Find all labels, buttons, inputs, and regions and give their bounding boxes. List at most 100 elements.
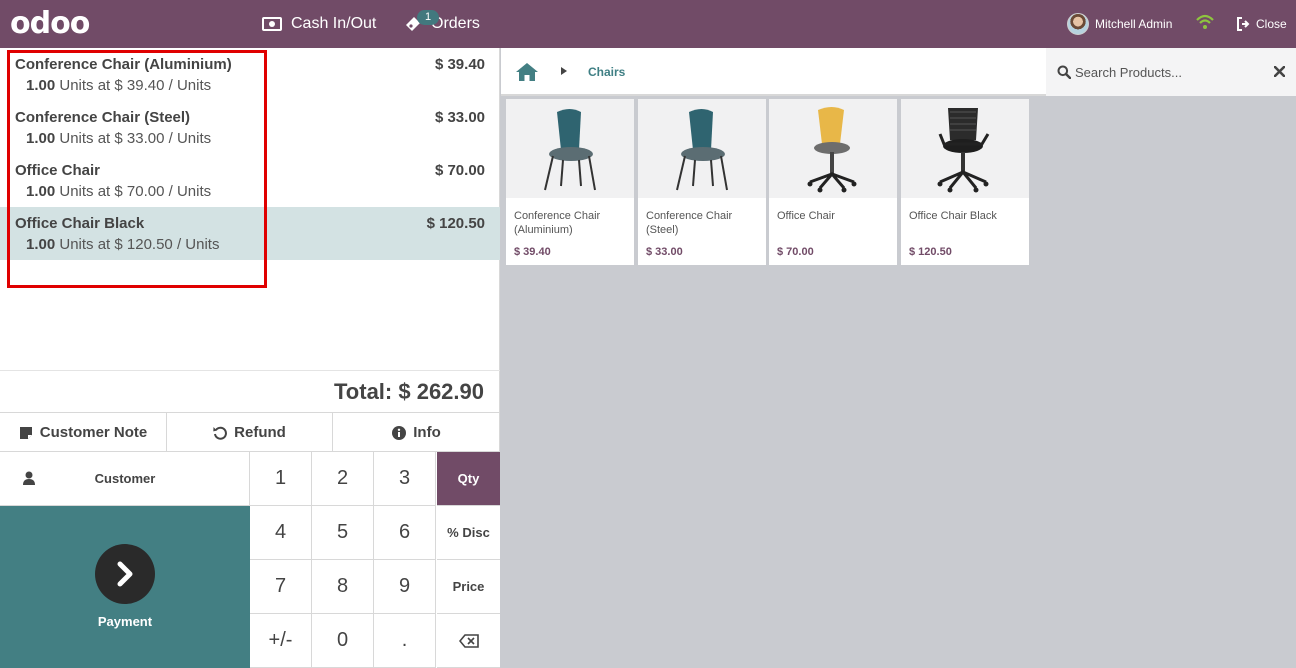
order-line-info: 1.00 Units at $ 70.00 / Units: [26, 183, 211, 200]
info-label: Info: [413, 424, 441, 441]
order-line[interactable]: Office Chair $ 70.00 1.00 Units at $ 70.…: [0, 154, 500, 207]
search-bar: [1046, 48, 1296, 96]
wifi-icon: [1196, 14, 1214, 29]
cash-in-out-label: Cash In/Out: [291, 15, 377, 32]
note-icon: [19, 426, 32, 439]
order-line-name: Office Chair Black: [15, 215, 145, 232]
order-line-qty: 1.00: [26, 183, 56, 200]
close-button[interactable]: Close: [1236, 0, 1287, 48]
refund-button[interactable]: Refund: [167, 413, 333, 452]
undo-icon: [213, 426, 228, 440]
order-line-name: Conference Chair (Steel): [15, 109, 191, 126]
backspace-button[interactable]: [437, 614, 500, 668]
product-price: $ 120.50: [909, 246, 952, 258]
cash-icon: [262, 17, 282, 31]
order-line[interactable]: Conference Chair (Steel) $ 33.00 1.00 Un…: [0, 101, 500, 154]
qty-mode-button[interactable]: Qty: [437, 452, 500, 506]
numpad-key-0[interactable]: 0: [312, 614, 374, 668]
order-line-price: $ 70.00: [434, 162, 485, 179]
product-name: Conference Chair (Steel): [646, 210, 733, 236]
numpad-key-1[interactable]: 1: [250, 452, 312, 506]
product-price: $ 39.40: [514, 246, 551, 258]
numpad-key-plus-minus[interactable]: +/-: [250, 614, 312, 668]
product-card[interactable]: Conference Chair (Aluminium) $ 39.40: [506, 99, 634, 265]
product-image: [638, 99, 766, 198]
product-price: $ 70.00: [777, 246, 814, 258]
order-line-info: 1.00 Units at $ 39.40 / Units: [26, 77, 211, 94]
customer-note-button[interactable]: Customer Note: [0, 413, 167, 452]
order-line-unit-price: Units at $ 39.40 / Units: [55, 77, 212, 94]
order-line-selected[interactable]: Office Chair Black $ 120.50 1.00 Units a…: [0, 207, 500, 260]
control-buttons: Customer Note Refund Info: [0, 412, 500, 452]
order-pane: Conference Chair (Aluminium) $ 39.40 1.0…: [0, 48, 500, 668]
info-button[interactable]: Info: [333, 413, 500, 452]
customer-label: Customer: [94, 471, 156, 486]
order-line-unit-price: Units at $ 70.00 / Units: [55, 183, 212, 200]
product-name: Conference Chair (Aluminium): [514, 210, 601, 236]
backspace-icon: [458, 633, 479, 648]
price-mode-button[interactable]: Price: [437, 560, 500, 614]
top-bar: odoo Cash In/Out 1 Orders Mitchell Admin…: [0, 0, 1296, 48]
discount-mode-button[interactable]: % Disc: [437, 506, 500, 560]
product-card[interactable]: Office Chair $ 70.00: [769, 99, 897, 265]
product-price: $ 33.00: [646, 246, 683, 258]
numpad-key-4[interactable]: 4: [250, 506, 312, 560]
chevron-right-icon: [117, 561, 133, 587]
numpad-key-7[interactable]: 7: [250, 560, 312, 614]
order-line-price: $ 39.40: [434, 56, 485, 73]
cash-in-out-button[interactable]: Cash In/Out: [262, 0, 376, 48]
order-line-name: Office Chair: [15, 162, 101, 179]
product-name: Office Chair Black: [909, 210, 997, 222]
products-pane: Chairs Conference Chair (A: [501, 48, 1296, 668]
numpad-key-5[interactable]: 5: [312, 506, 374, 560]
customer-note-label: Customer Note: [39, 424, 148, 441]
order-line-price: $ 120.50: [426, 215, 485, 232]
product-image: [506, 99, 634, 198]
numpad-key-9[interactable]: 9: [374, 560, 436, 614]
order-line-qty: 1.00: [26, 77, 56, 94]
order-line[interactable]: Conference Chair (Aluminium) $ 39.40 1.0…: [0, 48, 500, 101]
payment-label: Payment: [97, 614, 153, 629]
search-input[interactable]: [1075, 61, 1265, 83]
chevron-right-icon: [561, 67, 567, 75]
order-line-info: 1.00 Units at $ 120.50 / Units: [26, 236, 219, 253]
order-line-qty: 1.00: [26, 236, 56, 253]
order-line-name: Conference Chair (Aluminium): [15, 56, 232, 73]
orders-count-badge: 1: [417, 10, 439, 25]
product-image: [901, 99, 1029, 198]
user-menu[interactable]: Mitchell Admin: [1067, 0, 1172, 48]
orders-button[interactable]: 1 Orders: [404, 0, 480, 48]
home-icon[interactable]: [515, 62, 539, 82]
refund-label: Refund: [234, 424, 286, 441]
user-name: Mitchell Admin: [1095, 17, 1173, 31]
numpad-key-6[interactable]: 6: [374, 506, 436, 560]
info-icon: [392, 425, 407, 440]
numpad-key-8[interactable]: 8: [312, 560, 374, 614]
order-line-info: 1.00 Units at $ 33.00 / Units: [26, 130, 211, 147]
payment-circle: [95, 544, 155, 604]
breadcrumb-category[interactable]: Chairs: [588, 65, 625, 79]
numpad: 1 2 3 Qty 4 5 6 % Disc 7 8 9 Price +/- 0…: [250, 452, 500, 668]
order-line-unit-price: Units at $ 120.50 / Units: [55, 236, 220, 253]
product-name: Office Chair: [777, 210, 835, 222]
customer-button[interactable]: Customer: [0, 452, 250, 506]
sign-out-icon: [1237, 17, 1250, 31]
order-line-unit-price: Units at $ 33.00 / Units: [55, 130, 212, 147]
product-image: [769, 99, 897, 198]
numpad-key-2[interactable]: 2: [312, 452, 374, 506]
odoo-logo: odoo: [10, 6, 90, 41]
product-card[interactable]: Conference Chair (Steel) $ 33.00: [638, 99, 766, 265]
avatar: [1067, 13, 1089, 35]
order-line-price: $ 33.00: [434, 109, 485, 126]
breadcrumb: Chairs: [501, 48, 1046, 96]
numpad-key-3[interactable]: 3: [374, 452, 436, 506]
search-icon: [1057, 65, 1071, 79]
order-line-qty: 1.00: [26, 130, 56, 147]
close-icon[interactable]: [1274, 66, 1285, 77]
order-total: Total: $ 262.90: [0, 370, 500, 412]
total-amount: Total: $ 262.90: [334, 379, 484, 404]
numpad-key-decimal[interactable]: .: [374, 614, 436, 668]
close-label: Close: [1256, 17, 1287, 31]
payment-button[interactable]: Payment: [0, 506, 250, 668]
product-card[interactable]: Office Chair Black $ 120.50: [901, 99, 1029, 265]
